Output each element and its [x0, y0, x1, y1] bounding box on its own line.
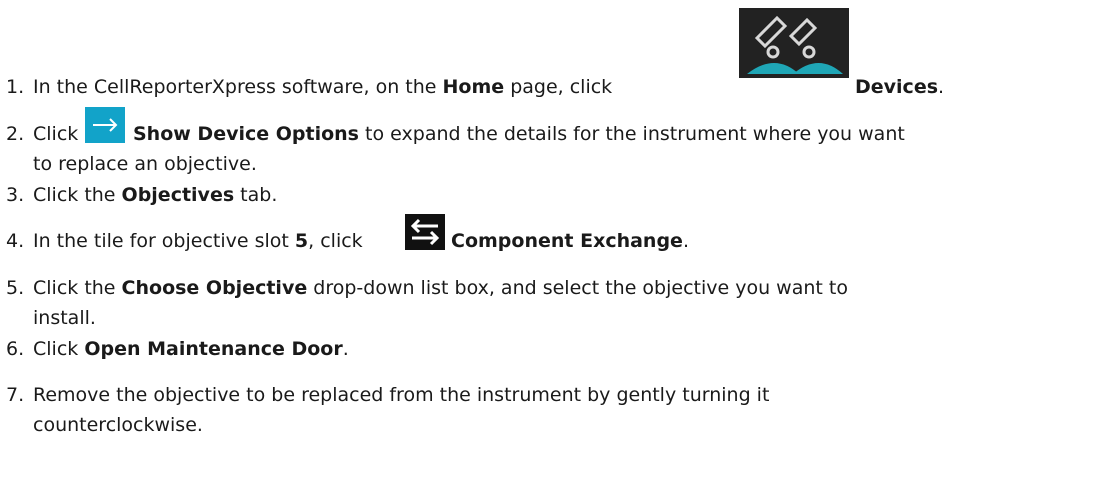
step-text: In the tile for objective slot 5, click [33, 230, 363, 252]
devices-label: Devices [855, 76, 939, 98]
step-text: Remove the objective to be replaced from… [33, 384, 770, 406]
step-text: Show Device Options to expand the detail… [133, 123, 905, 145]
step-number: 5. [6, 277, 25, 299]
exchange-icon [405, 214, 445, 250]
step-text: Click the Choose Objective drop-down lis… [33, 277, 848, 299]
component-exchange-label: Component Exchange [451, 230, 683, 252]
arrow-right-icon [85, 107, 125, 143]
devices-icon [739, 8, 849, 78]
step-number: 1. [6, 76, 25, 98]
step-number: 4. [6, 230, 25, 252]
step-number: 2. [6, 123, 25, 145]
step-number: 7. [6, 384, 25, 406]
step-text: Click [33, 123, 79, 145]
step-text: Click Open Maintenance Door. [33, 338, 349, 360]
step-text: Click the Objectives tab. [33, 184, 278, 206]
step-number: 6. [6, 338, 25, 360]
step-number: 3. [6, 184, 25, 206]
step-text: In the CellReporterXpress software, on t… [33, 76, 613, 98]
